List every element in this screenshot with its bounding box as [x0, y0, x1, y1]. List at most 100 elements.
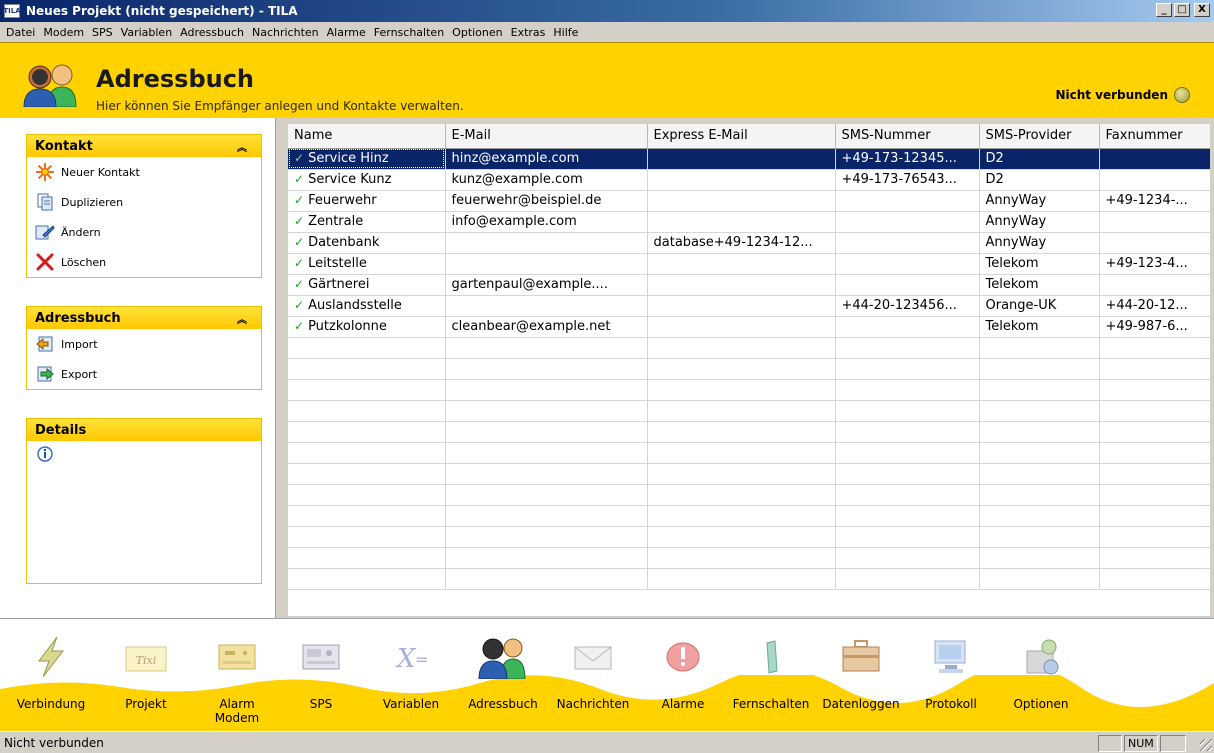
menu-extras[interactable]: Extras: [509, 26, 552, 39]
empty-cell: [445, 442, 648, 464]
empty-cell: [288, 547, 446, 569]
import-action[interactable]: Import: [27, 329, 261, 359]
import-icon: [35, 335, 55, 353]
adressbuch-group-header[interactable]: Adressbuch ︽: [27, 307, 261, 329]
cell-name: ✓ Service Kunz: [288, 169, 446, 191]
empty-cell: [647, 505, 836, 527]
empty-cell: [835, 442, 980, 464]
nav-optionen[interactable]: Optionen: [996, 619, 1086, 731]
export-action[interactable]: Export: [27, 359, 261, 389]
empty-cell: [647, 568, 836, 590]
delete-label: Löschen: [61, 255, 107, 269]
empty-cell: [288, 379, 446, 401]
menu-alarme[interactable]: Alarme: [325, 26, 372, 39]
status-pane-empty: [1160, 735, 1186, 752]
empty-cell: [445, 463, 648, 485]
cell-express-email: [647, 316, 836, 338]
empty-cell: [1099, 400, 1210, 422]
page-title: Adressbuch: [96, 65, 255, 93]
delete-action[interactable]: Löschen: [27, 247, 261, 277]
empty-cell: [1099, 568, 1210, 590]
cell-email: [445, 253, 648, 275]
contact-name: Datenbank: [308, 235, 380, 250]
menu-datei[interactable]: Datei: [4, 26, 41, 39]
table-row[interactable]: ✓ Gärtnerei gartenpaul@example.... Telekom: [288, 274, 1210, 296]
header-banner: Adressbuch Hier können Sie Empfänger anl…: [0, 42, 1214, 118]
column-header-express-email[interactable]: Express E-Mail: [647, 124, 836, 149]
table-row[interactable]: ✓ Service Kunz kunz@example.com +49-173-765…: [288, 169, 1210, 191]
column-header-fax[interactable]: Faxnummer: [1099, 124, 1210, 149]
cell-name: ✓ Gärtnerei: [288, 274, 446, 296]
menu-optionen[interactable]: Optionen: [450, 26, 508, 39]
column-header-sms-number[interactable]: SMS-Nummer: [835, 124, 980, 149]
table-row[interactable]: ✓ Zentrale info@example.com AnnyWay: [288, 211, 1210, 233]
collapse-icon[interactable]: ︽: [237, 311, 247, 326]
edit-action[interactable]: Ändern: [27, 217, 261, 247]
nav-projekt[interactable]: Tixi Projekt: [101, 619, 191, 731]
svg-text:X: X: [395, 644, 417, 674]
nav-label: Projekt: [125, 697, 167, 711]
empty-cell: [835, 505, 980, 527]
nav-verbindung[interactable]: Verbindung: [6, 619, 96, 731]
num-lock-indicator: NUM: [1124, 735, 1158, 752]
new-contact-action[interactable]: Neuer Kontakt: [27, 157, 261, 187]
column-header-email[interactable]: E-Mail: [445, 124, 648, 149]
menu-sps[interactable]: SPS: [90, 26, 119, 39]
empty-cell: [445, 526, 648, 548]
table-row[interactable]: ✓ Feuerwehr feuerwehr@beispiel.de AnnyWay +4…: [288, 190, 1210, 212]
title-bar[interactable]: TILA Neues Projekt (nicht gespeichert) -…: [0, 0, 1214, 22]
cell-sms-provider: Telekom: [979, 274, 1100, 296]
status-bar: Nicht verbunden NUM: [0, 731, 1214, 753]
menu-nachrichten[interactable]: Nachrichten: [250, 26, 325, 39]
nav-sps[interactable]: SPS: [276, 619, 366, 731]
menu-adressbuch[interactable]: Adressbuch: [178, 26, 250, 39]
menu-fernschalten[interactable]: Fernschalten: [372, 26, 450, 39]
check-icon: ✓: [294, 214, 305, 228]
empty-cell: [979, 526, 1100, 548]
empty-row: [288, 400, 1210, 422]
kontakt-group-header[interactable]: Kontakt ︽: [27, 135, 261, 157]
empty-cell: [979, 484, 1100, 506]
table-row[interactable]: ✓ Service Hinz hinz@example.com +49-173-123…: [288, 148, 1210, 170]
empty-row: [288, 337, 1210, 359]
empty-row: [288, 358, 1210, 380]
nav-variablen[interactable]: X = Variablen: [366, 619, 456, 731]
empty-cell: [445, 505, 648, 527]
table-header: Name E-Mail Express E-Mail SMS-Nummer SM…: [288, 124, 1210, 149]
table-row[interactable]: ✓ Datenbank database+49-1234-12... AnnyWay: [288, 232, 1210, 254]
status-led-icon: [1174, 87, 1190, 103]
cell-email: [445, 232, 648, 254]
nav-alarm-modem[interactable]: Alarm Modem: [192, 619, 282, 731]
menu-variablen[interactable]: Variablen: [119, 26, 179, 39]
nav-label: Verbindung: [16, 697, 86, 711]
column-header-name[interactable]: Name: [288, 124, 446, 149]
nav-datenloggen[interactable]: Datenloggen: [816, 619, 906, 731]
duplicate-action[interactable]: Duplizieren: [27, 187, 261, 217]
table-row[interactable]: ✓ Auslandsstelle +44-20-123456... Orange-UK…: [288, 295, 1210, 317]
empty-cell: [647, 463, 836, 485]
maximize-button[interactable]: □: [1174, 3, 1190, 17]
close-button[interactable]: X: [1194, 3, 1210, 17]
empty-cell: [647, 526, 836, 548]
empty-cell: [835, 463, 980, 485]
empty-cell: [288, 400, 446, 422]
nav-protokoll[interactable]: Protokoll: [906, 619, 996, 731]
nav-label: Variablen: [382, 697, 440, 711]
table-row[interactable]: ✓ Putzkolonne cleanbear@example.net Telekom…: [288, 316, 1210, 338]
minimize-button[interactable]: _: [1156, 3, 1172, 17]
nav-fernschalten[interactable]: Fernschalten: [726, 619, 816, 731]
menu-modem[interactable]: Modem: [41, 26, 90, 39]
column-header-sms-provider[interactable]: SMS-Provider: [979, 124, 1100, 149]
table-row[interactable]: ✓ Leitstelle Telekom +49-123-4...: [288, 253, 1210, 275]
cell-name: ✓ Leitstelle: [288, 253, 446, 275]
nav-label: Fernschalten: [732, 697, 810, 711]
nav-alarme[interactable]: Alarme: [638, 619, 728, 731]
nav-adressbuch[interactable]: Adressbuch: [458, 619, 548, 731]
kontakt-group: Kontakt ︽ Neuer Kontakt Duplizieren Ände…: [26, 134, 262, 278]
import-label: Import: [61, 337, 98, 351]
collapse-icon[interactable]: ︽: [237, 139, 247, 154]
page-subtitle: Hier können Sie Empfänger anlegen und Ko…: [96, 99, 464, 113]
nav-nachrichten[interactable]: Nachrichten: [548, 619, 638, 731]
menu-hilfe[interactable]: Hilfe: [551, 26, 584, 39]
resize-grip-icon[interactable]: [1200, 739, 1212, 751]
